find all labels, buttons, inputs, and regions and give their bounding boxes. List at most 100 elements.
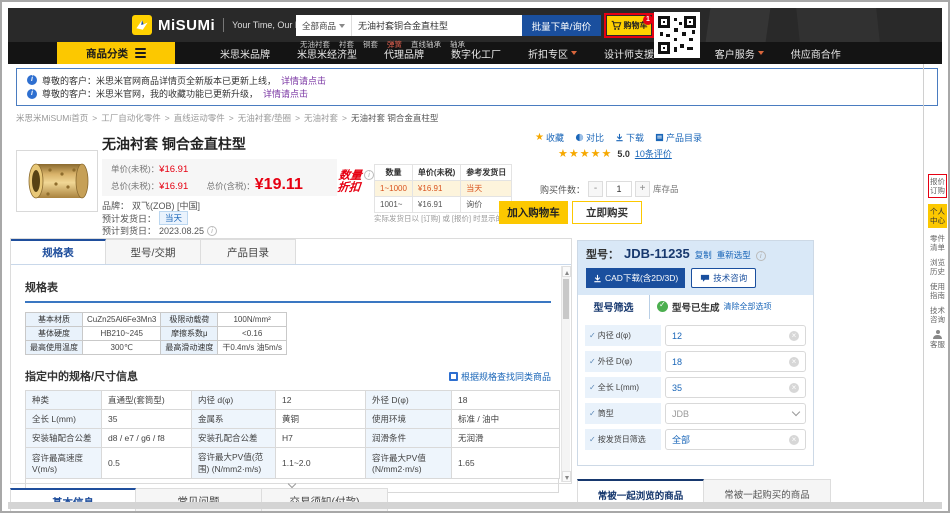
ship-date-value[interactable]: 当天 <box>159 211 188 225</box>
side-item-customer-service[interactable]: 客服 <box>928 330 947 349</box>
cart-icon <box>611 20 622 31</box>
breadcrumb-item[interactable]: 无油衬套 <box>304 112 338 124</box>
spec-section-header: 规格表 <box>25 278 551 303</box>
misumi-logo[interactable]: MiSUMi Your Time, Our Priority <box>132 15 323 35</box>
hot-word-link[interactable]: 轴承 <box>450 39 465 50</box>
hot-word-link[interactable]: 弹簧 <box>387 39 402 50</box>
info-icon[interactable]: i <box>364 170 374 180</box>
scroll-up-arrow[interactable] <box>562 266 571 277</box>
info-icon[interactable]: i <box>756 251 766 261</box>
catalog-button[interactable]: 商品分类 <box>57 42 175 64</box>
notice-link[interactable]: 详情请点击 <box>281 74 326 87</box>
filter-dropdown[interactable]: JDB <box>665 403 806 424</box>
filter-label: 全长 L(mm) <box>585 377 661 398</box>
nav-item-misumi-brand[interactable]: 米思米品牌 <box>220 46 270 61</box>
table-row: 基体硬度HB210~245 摩擦系数μ<0.16 <box>26 327 287 341</box>
qr-code <box>654 12 700 58</box>
cart-button[interactable]: 购物车 1 <box>607 16 651 35</box>
notice-link[interactable]: 详情请点击 <box>263 87 308 100</box>
bottom-tab-faq[interactable]: 常见问题 <box>136 488 262 513</box>
bottom-scroll-band[interactable] <box>8 502 942 509</box>
dim-label: 金属系 <box>192 410 276 429</box>
hot-word-link[interactable]: 直线轴承 <box>411 39 441 50</box>
clear-icon[interactable]: × <box>789 383 799 393</box>
bottom-section-tabs: 基本信息 常见问题 交易须知(付款) <box>10 488 388 513</box>
bottom-tab-trade-terms[interactable]: 交易须知(付款) <box>262 488 388 513</box>
filter-input[interactable]: 18× <box>665 351 806 372</box>
breadcrumb-item[interactable]: 工厂自动化零件 <box>101 112 161 124</box>
copy-model-link[interactable]: 复制 <box>695 249 712 261</box>
filter-input[interactable]: 12× <box>665 325 806 346</box>
chevron-down-icon <box>339 24 345 28</box>
total-price-value: ¥16.91 <box>159 181 188 192</box>
batch-order-button[interactable]: 批量下单/询价 <box>522 15 601 36</box>
reselect-model-link[interactable]: 重新选型 <box>717 249 751 261</box>
breadcrumb-home[interactable]: 米思米MiSUMi首页 <box>16 112 88 124</box>
discount-cell: ¥16.91 <box>412 197 460 213</box>
quantity-plus-button[interactable]: + <box>635 181 650 197</box>
download-link[interactable]: 下载 <box>615 131 644 144</box>
nav-item-customer-service[interactable]: 客户服务 <box>715 46 764 61</box>
search-category-dropdown[interactable]: 全部商品 <box>296 15 352 36</box>
scroll-down-arrow[interactable] <box>562 471 571 482</box>
nav-item-supplier[interactable]: 供应商合作 <box>791 46 841 61</box>
model-panel-buttons: CAD下载(含2D/3D) 技术咨询 <box>586 268 805 288</box>
dim-label: 容许最高速度 V(m/s) <box>26 448 102 479</box>
favorite-link[interactable]: ★收藏 <box>535 131 564 144</box>
notice-row: i 尊敬的客户：米思米官网商品详情页全新版本已更新上线， 详情请点击 <box>27 74 927 87</box>
breadcrumb-item[interactable]: 直线运动零件 <box>174 112 225 124</box>
side-item-tech-inquiry[interactable]: 技术咨询 <box>928 306 947 324</box>
clear-all-link[interactable]: 清除全部选项 <box>724 301 772 312</box>
tab-product-catalog[interactable]: 产品目录 <box>201 239 296 264</box>
tab-model-delivery[interactable]: 型号/交期 <box>106 239 201 264</box>
bottom-tab-basic-info[interactable]: 基本信息 <box>10 488 136 513</box>
side-item-my-account[interactable]: 个人中心 <box>928 204 947 228</box>
side-item-history[interactable]: 浏览历史 <box>928 258 947 276</box>
discount-cell: 1001~ <box>375 197 413 213</box>
scroll-thumb[interactable] <box>563 279 569 319</box>
table-row: 基本材质CuZn25Al6Fe3Mn3 极限动载荷100N/mm² <box>26 313 287 327</box>
quantity-minus-button[interactable]: - <box>588 181 603 197</box>
info-icon[interactable]: i <box>207 226 217 236</box>
cad-download-button[interactable]: CAD下载(含2D/3D) <box>586 268 685 288</box>
buy-now-button[interactable]: 立即购买 <box>572 201 642 224</box>
breadcrumb-item[interactable]: 无油衬套/垫圈 <box>238 112 291 124</box>
similar-products-link[interactable]: 根据规格查找同类商品 <box>449 370 551 383</box>
product-image[interactable] <box>16 150 98 212</box>
side-item-quote-order[interactable]: 报价订购 <box>928 174 947 198</box>
reviews-link[interactable]: 10条评价 <box>635 147 672 160</box>
hot-word-link[interactable]: 衬套 <box>339 39 354 50</box>
panel-scrollbar[interactable] <box>561 266 570 482</box>
spec-value: 300℃ <box>83 341 161 355</box>
main-navbar: 商品分类 米思米品牌 米思米经济型 代理品牌 数字化工厂 折扣专区 设计师支援n… <box>8 42 942 64</box>
side-toolbar: 报价订购 个人中心 零件清单 浏览历史 使用指南 技术咨询 客服 <box>927 174 948 349</box>
hot-word-link[interactable]: 铜套 <box>363 39 378 50</box>
quantity-input[interactable]: 1 <box>606 181 632 197</box>
tab-spec-table[interactable]: 规格表 <box>11 239 106 264</box>
tab-model-filter[interactable]: 型号筛选 <box>578 295 650 319</box>
compare-link[interactable]: 对比 <box>575 131 604 144</box>
table-row: 最高使用温度300℃ 最高滑动速度干0.4m/s 油5m/s <box>26 341 287 355</box>
nav-item-discount-zone[interactable]: 折扣专区 <box>528 46 577 61</box>
add-to-cart-button[interactable]: 加入购物车 <box>499 201 568 224</box>
unit-price-value: ¥16.91 <box>159 164 188 175</box>
filter-input[interactable]: 35× <box>665 377 806 398</box>
filter-input[interactable]: 全部× <box>665 429 806 450</box>
side-item-parts-list[interactable]: 零件清单 <box>928 234 947 252</box>
spec-label: 摩擦系数μ <box>161 327 218 341</box>
material-spec-table: 基本材质CuZn25Al6Fe3Mn3 极限动载荷100N/mm² 基体硬度HB… <box>25 312 287 355</box>
table-row: 安装轴配合公差d8 / e7 / g6 / f8 安装孔配合公差H7 润滑条件无… <box>26 429 560 448</box>
clear-icon[interactable]: × <box>789 357 799 367</box>
discount-row: 1001~ ¥16.91 询价 <box>375 197 512 213</box>
clear-icon[interactable]: × <box>789 331 799 341</box>
discount-col-qty: 数量 <box>375 165 413 181</box>
clear-icon[interactable]: × <box>789 435 799 445</box>
spec-value: 干0.4m/s 油5m/s <box>218 341 287 355</box>
catalog-link[interactable]: 产品目录 <box>655 131 702 144</box>
hot-word-link[interactable]: 无油衬套 <box>300 39 330 50</box>
discount-col-ship: 参考发货日 <box>461 165 512 181</box>
discount-cell: 当天 <box>461 181 512 197</box>
spec-value: 100N/mm² <box>218 313 287 327</box>
tech-inquiry-button[interactable]: 技术咨询 <box>691 268 756 288</box>
side-item-guide[interactable]: 使用指南 <box>928 282 947 300</box>
